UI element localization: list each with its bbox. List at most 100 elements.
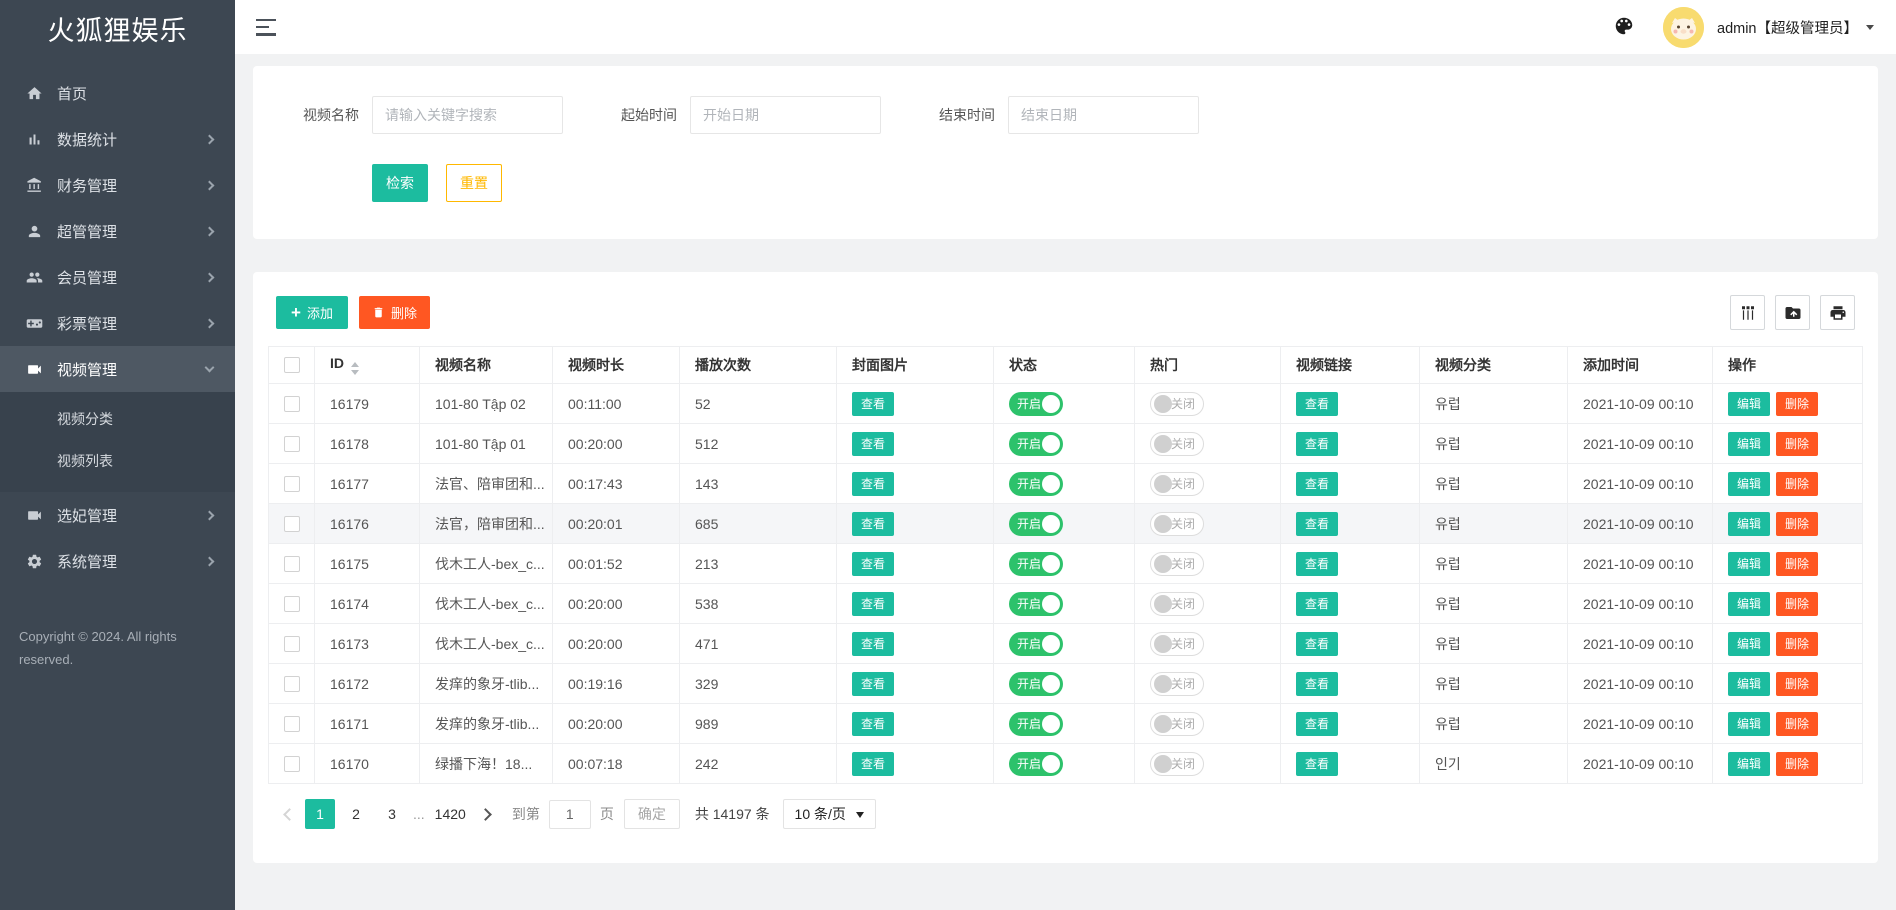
status-toggle[interactable]: 开启 <box>1009 672 1063 696</box>
view-link-button[interactable]: 查看 <box>1296 392 1338 416</box>
avatar[interactable] <box>1663 7 1704 48</box>
video-name-input[interactable] <box>372 96 563 134</box>
view-cover-button[interactable]: 查看 <box>852 592 894 616</box>
row-checkbox[interactable] <box>284 556 300 572</box>
edit-button[interactable]: 编辑 <box>1728 592 1770 616</box>
hot-toggle[interactable]: 关闭 <box>1150 632 1204 656</box>
hot-toggle[interactable]: 关闭 <box>1150 432 1204 456</box>
edit-button[interactable]: 编辑 <box>1728 392 1770 416</box>
delete-button[interactable]: 删除 <box>1776 592 1818 616</box>
view-link-button[interactable]: 查看 <box>1296 712 1338 736</box>
row-checkbox[interactable] <box>284 436 300 452</box>
edit-button[interactable]: 编辑 <box>1728 432 1770 456</box>
edit-button[interactable]: 编辑 <box>1728 752 1770 776</box>
row-checkbox[interactable] <box>284 756 300 772</box>
row-checkbox[interactable] <box>284 396 300 412</box>
status-toggle[interactable]: 开启 <box>1009 592 1063 616</box>
sidebar-item-chart[interactable]: 数据统计 <box>0 116 235 162</box>
view-cover-button[interactable]: 查看 <box>852 672 894 696</box>
status-toggle[interactable]: 开启 <box>1009 472 1063 496</box>
hot-toggle[interactable]: 关闭 <box>1150 712 1204 736</box>
delete-button[interactable]: 删除 <box>1776 712 1818 736</box>
delete-button[interactable]: 删除 <box>1776 672 1818 696</box>
sidebar-item-user[interactable]: 超管管理 <box>0 208 235 254</box>
menu-toggle-icon[interactable] <box>256 19 278 36</box>
hot-toggle[interactable]: 关闭 <box>1150 552 1204 576</box>
row-checkbox[interactable] <box>284 476 300 492</box>
search-button[interactable]: 检索 <box>372 164 428 202</box>
print-button[interactable] <box>1820 295 1855 330</box>
status-toggle[interactable]: 开启 <box>1009 432 1063 456</box>
status-toggle[interactable]: 开启 <box>1009 712 1063 736</box>
reset-button[interactable]: 重置 <box>446 164 502 202</box>
edit-button[interactable]: 编辑 <box>1728 472 1770 496</box>
delete-button[interactable]: 删除 <box>1776 632 1818 656</box>
hot-toggle[interactable]: 关闭 <box>1150 512 1204 536</box>
prev-page-icon[interactable] <box>283 808 296 821</box>
view-link-button[interactable]: 查看 <box>1296 472 1338 496</box>
row-checkbox[interactable] <box>284 516 300 532</box>
view-cover-button[interactable]: 查看 <box>852 512 894 536</box>
theme-palette-icon[interactable] <box>1613 15 1637 39</box>
row-checkbox[interactable] <box>284 716 300 732</box>
delete-button[interactable]: 删除 <box>1776 752 1818 776</box>
page-size-select[interactable]: 10 条/页 <box>783 799 876 829</box>
delete-button[interactable]: 删除 <box>1776 432 1818 456</box>
sidebar-subitem[interactable]: 视频分类 <box>0 398 235 440</box>
view-link-button[interactable]: 查看 <box>1296 552 1338 576</box>
edit-button[interactable]: 编辑 <box>1728 632 1770 656</box>
hot-toggle[interactable]: 关闭 <box>1150 472 1204 496</box>
edit-button[interactable]: 编辑 <box>1728 512 1770 536</box>
page-number-2[interactable]: 2 <box>341 799 371 829</box>
view-link-button[interactable]: 查看 <box>1296 592 1338 616</box>
export-button[interactable] <box>1775 295 1810 330</box>
hot-toggle[interactable]: 关闭 <box>1150 752 1204 776</box>
status-toggle[interactable]: 开启 <box>1009 752 1063 776</box>
next-page-icon[interactable] <box>479 808 492 821</box>
batch-delete-button[interactable]: 删除 <box>359 296 430 329</box>
admin-account-label[interactable]: admin【超级管理员】 <box>1717 17 1858 38</box>
select-all-checkbox[interactable] <box>284 357 300 373</box>
hot-toggle[interactable]: 关闭 <box>1150 392 1204 416</box>
hot-toggle[interactable]: 关闭 <box>1150 592 1204 616</box>
delete-button[interactable]: 删除 <box>1776 552 1818 576</box>
delete-button[interactable]: 删除 <box>1776 512 1818 536</box>
sidebar-item-gear[interactable]: 系统管理 <box>0 538 235 584</box>
delete-button[interactable]: 删除 <box>1776 392 1818 416</box>
goto-page-input[interactable] <box>549 800 591 829</box>
sidebar-subitem[interactable]: 视频列表 <box>0 440 235 482</box>
sidebar-item-camera[interactable]: 选妃管理 <box>0 492 235 538</box>
row-checkbox[interactable] <box>284 636 300 652</box>
sidebar-item-gamepad[interactable]: 彩票管理 <box>0 300 235 346</box>
status-toggle[interactable]: 开启 <box>1009 512 1063 536</box>
status-toggle[interactable]: 开启 <box>1009 632 1063 656</box>
view-link-button[interactable]: 查看 <box>1296 432 1338 456</box>
sidebar-item-bank[interactable]: 财务管理 <box>0 162 235 208</box>
hot-toggle[interactable]: 关闭 <box>1150 672 1204 696</box>
row-checkbox[interactable] <box>284 596 300 612</box>
view-cover-button[interactable]: 查看 <box>852 752 894 776</box>
view-cover-button[interactable]: 查看 <box>852 632 894 656</box>
start-date-input[interactable] <box>690 96 881 134</box>
end-date-input[interactable] <box>1008 96 1199 134</box>
goto-confirm-button[interactable]: 确定 <box>624 799 680 829</box>
view-cover-button[interactable]: 查看 <box>852 552 894 576</box>
sort-icon[interactable] <box>351 362 359 375</box>
row-checkbox[interactable] <box>284 676 300 692</box>
view-link-button[interactable]: 查看 <box>1296 672 1338 696</box>
sidebar-item-users[interactable]: 会员管理 <box>0 254 235 300</box>
edit-button[interactable]: 编辑 <box>1728 712 1770 736</box>
view-link-button[interactable]: 查看 <box>1296 512 1338 536</box>
edit-button[interactable]: 编辑 <box>1728 672 1770 696</box>
add-button[interactable]: + 添加 <box>276 296 348 329</box>
view-link-button[interactable]: 查看 <box>1296 632 1338 656</box>
view-cover-button[interactable]: 查看 <box>852 712 894 736</box>
sidebar-item-home[interactable]: 首页 <box>0 70 235 116</box>
filter-columns-button[interactable] <box>1730 295 1765 330</box>
view-cover-button[interactable]: 查看 <box>852 472 894 496</box>
status-toggle[interactable]: 开启 <box>1009 552 1063 576</box>
sidebar-item-video[interactable]: 视频管理 <box>0 346 235 392</box>
status-toggle[interactable]: 开启 <box>1009 392 1063 416</box>
view-cover-button[interactable]: 查看 <box>852 392 894 416</box>
view-link-button[interactable]: 查看 <box>1296 752 1338 776</box>
